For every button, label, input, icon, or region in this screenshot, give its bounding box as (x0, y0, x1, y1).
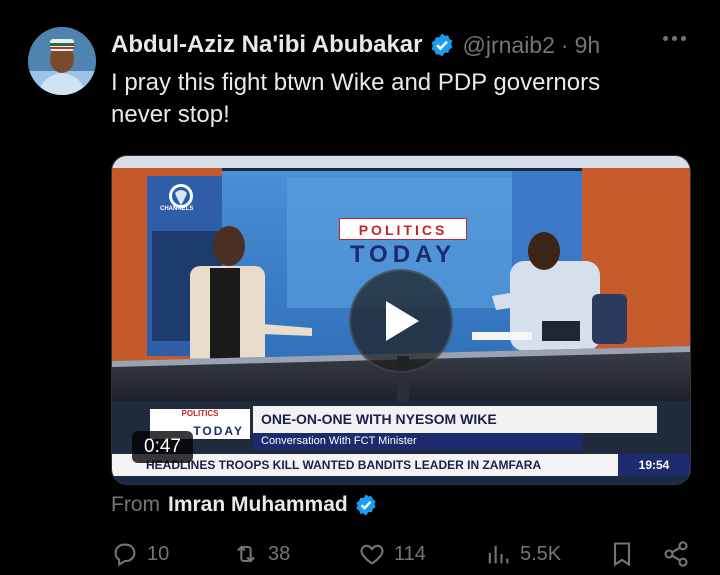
video-player[interactable]: CHANNELS POLITICS TODAY TODAY POLITICS O… (111, 155, 691, 485)
like-button[interactable]: 114 (358, 540, 426, 568)
tweet-card[interactable]: Abdul-Aziz Na'ibi Abubakar @jrnaib2 · 9h… (0, 0, 720, 575)
author-handle[interactable]: @jrnaib2 (463, 32, 555, 59)
tweet-text-line: never stop! (111, 101, 230, 128)
bookmark-icon (613, 542, 631, 567)
share-button[interactable] (662, 540, 690, 568)
tweet-header: Abdul-Aziz Na'ibi Abubakar @jrnaib2 · 9h (111, 30, 600, 60)
news-ticker: HEADLINES TROOPS KILL WANTED BANDITS LEA… (112, 454, 690, 476)
more-icon[interactable] (663, 36, 686, 41)
video-duration: 0:47 (132, 431, 193, 463)
avatar[interactable] (28, 27, 96, 95)
reply-count: 10 (147, 542, 170, 565)
repost-count: 38 (268, 542, 291, 565)
share-icon (664, 541, 688, 567)
reply-icon (114, 543, 136, 567)
views-icon (488, 545, 509, 564)
tweet-text: I pray this fight btwn Wike and PDP gove… (111, 67, 691, 131)
attribution-name[interactable]: Imran Muhammad (168, 493, 348, 517)
like-icon (360, 544, 384, 565)
views-button[interactable]: 5.5K (484, 540, 561, 568)
verified-badge-icon (356, 494, 376, 516)
verified-badge-icon (431, 33, 452, 57)
attribution: From Imran Muhammad (111, 493, 378, 517)
like-count: 114 (394, 542, 426, 565)
play-icon (386, 301, 419, 341)
timestamp[interactable]: 9h (575, 32, 601, 59)
ticker-time: 19:54 (618, 454, 690, 476)
reply-button[interactable]: 10 (111, 540, 169, 568)
tweet-text-line: I pray this fight btwn Wike and PDP gove… (111, 69, 601, 96)
play-button[interactable] (349, 269, 453, 373)
lower-third-logo-top: POLITICS (181, 409, 219, 418)
repost-icon (237, 545, 255, 563)
studio-sign-bottom: TODAY (349, 241, 457, 268)
studio-sign: POLITICS TODAY (339, 218, 467, 270)
channel-name: CHANNELS (160, 206, 194, 212)
attribution-label: From (111, 493, 160, 516)
views-count: 5.5K (520, 542, 562, 565)
studio-sign-top: POLITICS (339, 218, 467, 240)
author-name[interactable]: Abdul-Aziz Na'ibi Abubakar (111, 31, 423, 59)
action-bar: 10 38 114 5.5K (0, 540, 720, 575)
lower-third-title: ONE-ON-ONE WITH NYESOM WIKE (253, 406, 657, 433)
lower-third-subtitle: Conversation With FCT Minister (253, 433, 583, 450)
lower-third: TODAY POLITICS ONE-ON-ONE WITH NYESOM WI… (150, 406, 657, 458)
separator-dot: · (560, 31, 569, 58)
repost-button[interactable]: 38 (232, 540, 290, 568)
bookmark-button[interactable] (608, 540, 636, 568)
